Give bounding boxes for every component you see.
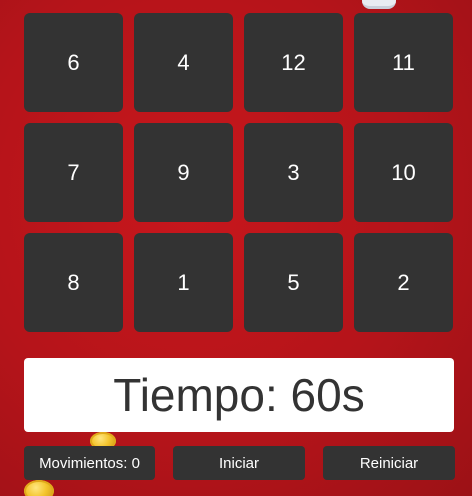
puzzle-tile[interactable]: 4 xyxy=(134,13,233,112)
puzzle-tile[interactable]: 5 xyxy=(244,233,343,332)
puzzle-tile[interactable]: 1 xyxy=(134,233,233,332)
reset-button-label: Reiniciar xyxy=(359,454,419,472)
reset-button[interactable]: Reiniciar xyxy=(323,446,455,480)
puzzle-tile[interactable]: 3 xyxy=(244,123,343,222)
gold-coin-decoration xyxy=(24,480,54,496)
puzzle-tile[interactable]: 7 xyxy=(24,123,123,222)
puzzle-tile[interactable]: 11 xyxy=(354,13,453,112)
puzzle-tile[interactable]: 2 xyxy=(354,233,453,332)
moves-counter-text: Movimientos: 0 xyxy=(39,454,140,472)
timer-text: Tiempo: 60s xyxy=(113,369,365,421)
moves-counter: Movimientos: 0 xyxy=(24,446,155,480)
puzzle-board: 6 4 12 11 7 9 3 10 8 1 5 2 xyxy=(24,13,453,332)
controls-bar: Movimientos: 0 Iniciar Reiniciar xyxy=(24,446,455,480)
puzzle-tile[interactable]: 12 xyxy=(244,13,343,112)
puzzle-tile[interactable]: 8 xyxy=(24,233,123,332)
puzzle-tile[interactable]: 9 xyxy=(134,123,233,222)
puzzle-tile[interactable]: 10 xyxy=(354,123,453,222)
start-button[interactable]: Iniciar xyxy=(173,446,305,480)
decorative-item xyxy=(362,0,396,9)
timer-display: Tiempo: 60s xyxy=(24,358,454,432)
puzzle-tile[interactable]: 6 xyxy=(24,13,123,112)
start-button-label: Iniciar xyxy=(218,454,259,472)
